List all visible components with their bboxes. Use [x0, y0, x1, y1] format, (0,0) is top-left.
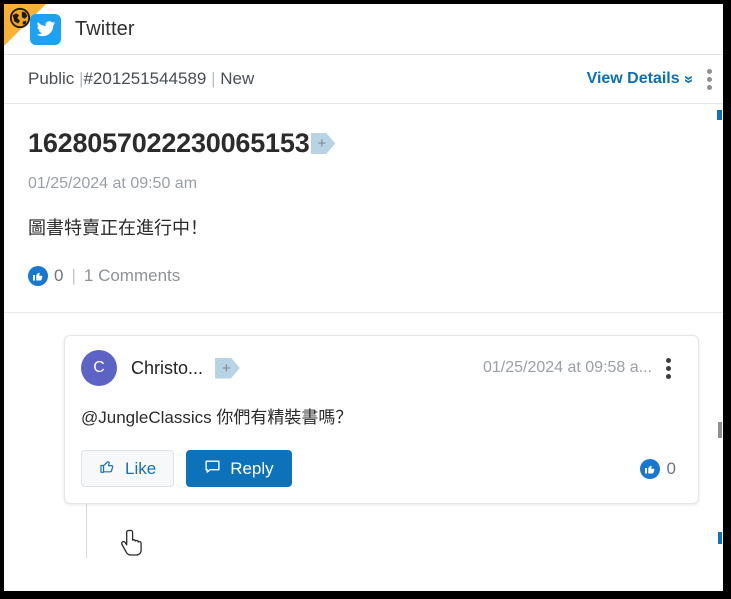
like-button[interactable]: Like	[81, 450, 175, 487]
visibility-label: Public	[28, 69, 75, 88]
post-meta-bar: Public | #201251544589 | New View Detail…	[4, 55, 723, 104]
comment-actions: Like Reply 0	[81, 450, 682, 487]
post-comments-count: 1 Comments	[83, 266, 181, 285]
post-id: 1628057022230065153	[28, 128, 310, 158]
speech-bubble-icon	[204, 458, 221, 480]
comment-like-count: 0	[666, 458, 676, 478]
add-tag-badge[interactable]: +	[311, 133, 336, 154]
post-stats: 0 | 1 Comments	[28, 266, 699, 286]
social-post-panel: Twitter Public | #201251544589 | New Vie…	[4, 4, 723, 591]
globe-icon	[9, 7, 31, 29]
comment-more-options-icon[interactable]	[652, 352, 682, 385]
comment-author: Christo...	[131, 357, 204, 378]
avatar: C	[81, 350, 117, 386]
edge-artifact-top	[717, 110, 722, 120]
post-timestamp: 01/25/2024 at 09:50 am	[28, 175, 198, 192]
comment-region: C Christo... + 01/25/2024 at 09:58 a... …	[4, 313, 723, 558]
comment-header: C Christo... + 01/25/2024 at 09:58 a...	[81, 350, 682, 386]
meta-separator-1: |	[74, 69, 84, 88]
view-details-label: View Details	[586, 70, 680, 87]
post-title-row: 1628057022230065153 +	[28, 128, 699, 159]
post-text: 圖書特賣正在進行中！	[28, 218, 208, 238]
thumbs-up-outline-icon	[99, 458, 116, 480]
edge-artifact-middle	[718, 422, 722, 438]
thread-connector-line	[86, 498, 87, 558]
twitter-bird-icon	[30, 13, 61, 45]
reply-button-label: Reply	[230, 458, 274, 478]
meta-separator-2: |	[206, 69, 221, 88]
stat-divider: |	[71, 266, 76, 285]
thumbs-up-filled-icon	[639, 458, 660, 479]
like-button-label: Like	[125, 458, 157, 478]
edge-artifact-bottom	[718, 532, 722, 544]
channel-name: Twitter	[75, 17, 135, 40]
post-like-count: 0	[54, 266, 64, 285]
post-block: 1628057022230065153 + 01/25/2024 at 09:5…	[4, 104, 723, 313]
comment-text: @JungleClassics 你們有精裝書嗎？	[81, 408, 353, 427]
status-label: New	[220, 69, 255, 88]
comment-card: C Christo... + 01/25/2024 at 09:58 a... …	[64, 335, 699, 504]
channel-header: Twitter	[4, 4, 723, 55]
thumbs-up-filled-icon	[28, 266, 48, 286]
comment-timestamp: 01/25/2024 at 09:58 a...	[482, 359, 652, 376]
case-id-label: #201251544589	[83, 69, 207, 88]
comment-like-stat: 0	[639, 458, 676, 479]
chevron-down-icon: »	[679, 74, 699, 84]
reply-button[interactable]: Reply	[186, 450, 292, 487]
comment-add-tag-badge[interactable]: +	[215, 358, 240, 379]
view-details-button[interactable]: View Details »	[586, 70, 699, 88]
